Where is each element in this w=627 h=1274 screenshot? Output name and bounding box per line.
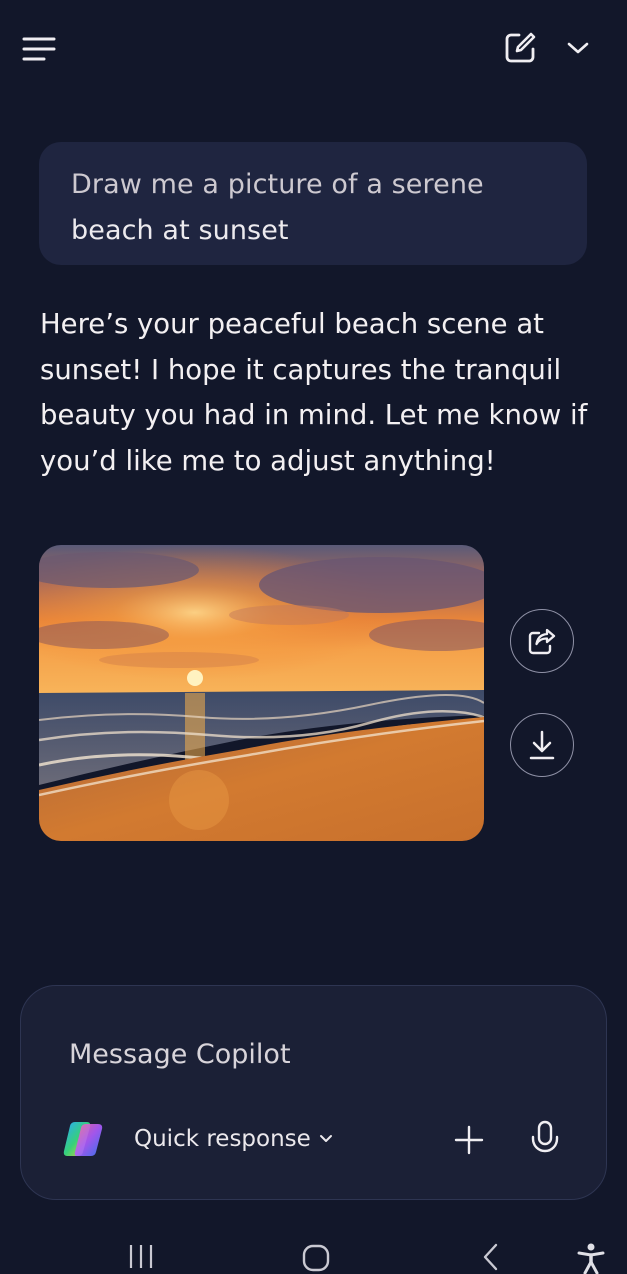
plus-icon [454,1125,484,1155]
home-icon [302,1244,330,1272]
response-mode-selector[interactable]: Quick response [134,1122,333,1156]
back-button[interactable] [478,1242,504,1272]
download-image-button[interactable] [510,713,574,777]
user-message-line-1: Draw me a picture of a serene [71,169,484,200]
share-image-button[interactable] [510,609,574,673]
download-icon [529,730,555,760]
user-message-bubble: Draw me a picture of a serene beach at s… [39,142,587,265]
share-icon [528,628,556,655]
message-composer: Quick response [20,985,607,1200]
assistant-reply: Here’s your peaceful beach scene at suns… [40,308,588,477]
message-input[interactable] [69,1034,549,1074]
chevron-down-icon [567,42,589,54]
add-attachment-button[interactable] [449,1120,489,1160]
new-chat-button[interactable] [496,24,544,72]
options-dropdown-button[interactable] [558,26,598,70]
new-chat-icon [505,32,536,63]
accessibility-button[interactable] [576,1242,606,1274]
recents-button[interactable] [126,1242,156,1270]
response-mode-label: Quick response [134,1126,311,1152]
user-message-line-2: beach at sunset [71,215,289,246]
chevron-down-icon [319,1135,332,1142]
accessibility-icon [577,1243,605,1274]
generated-image[interactable] [39,545,484,841]
copilot-logo-icon [61,1118,105,1160]
microphone-icon [531,1120,559,1153]
system-navigation-bar [0,1234,627,1274]
hamburger-menu-icon [22,37,56,61]
beach-sunset-image [39,545,484,841]
home-button[interactable] [300,1242,332,1272]
voice-input-button[interactable] [525,1116,565,1162]
menu-button[interactable] [14,24,64,74]
back-icon [483,1243,498,1271]
recents-icon [129,1245,153,1268]
